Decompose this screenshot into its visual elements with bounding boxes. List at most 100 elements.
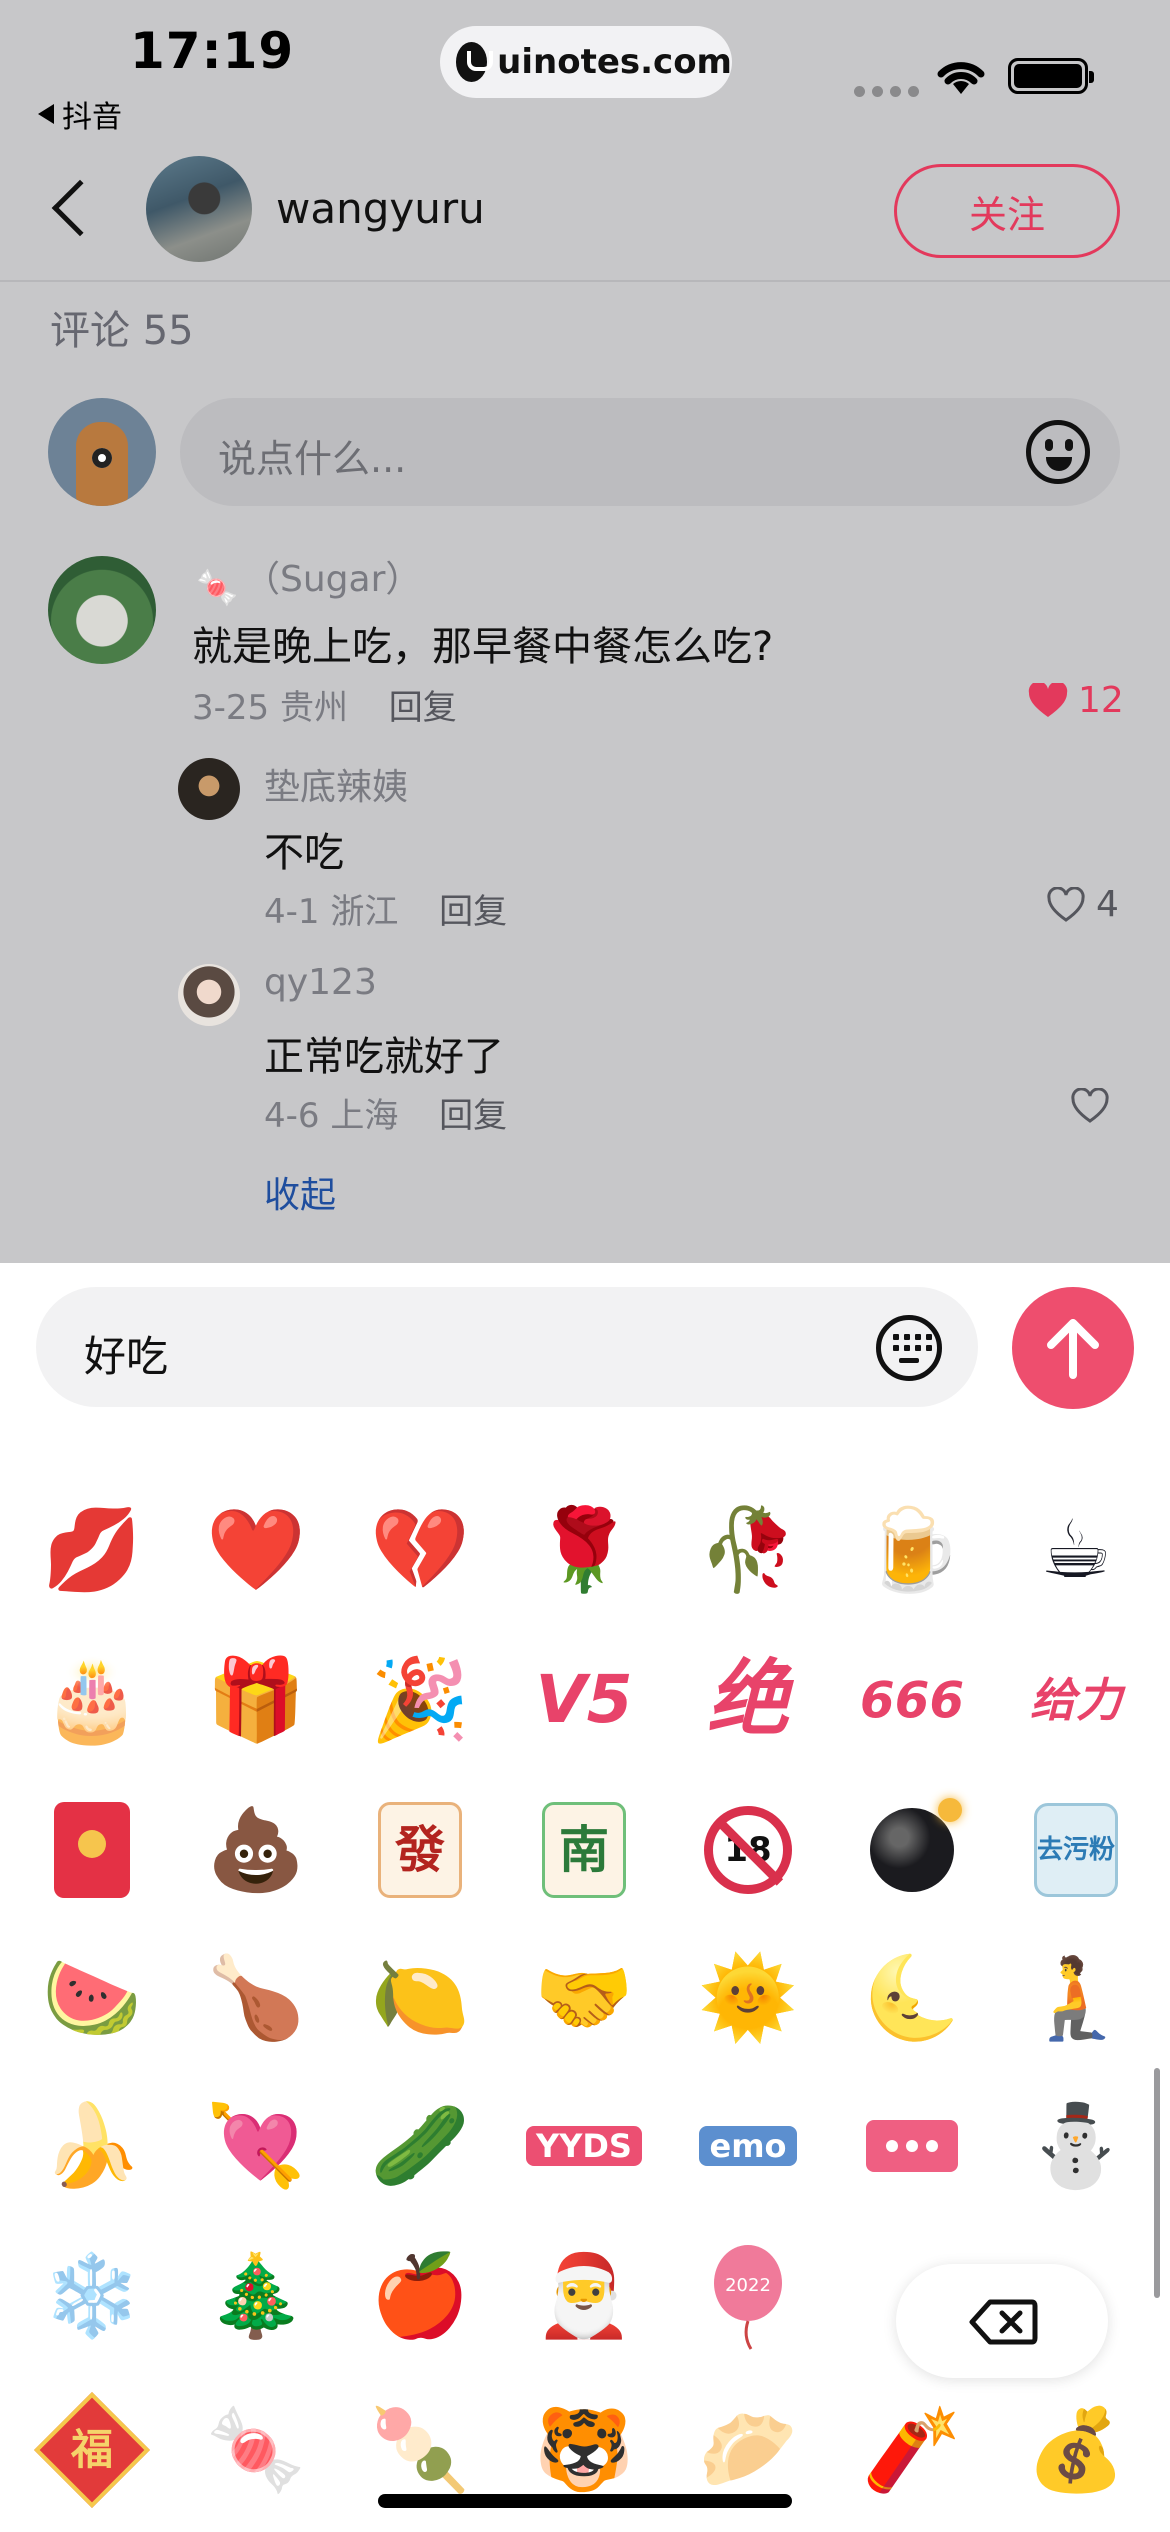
send-button[interactable] — [1012, 1287, 1134, 1409]
candy-emoji[interactable]: 🍬 — [196, 2390, 316, 2510]
back-app-label: 抖音 — [62, 100, 122, 135]
reply-date: 4-1 — [264, 892, 320, 932]
lips-emoji[interactable]: 💋 — [32, 1490, 152, 1610]
reply-button[interactable]: 回复 — [439, 892, 507, 932]
backspace-icon — [969, 2299, 1038, 2345]
uinotes-logo-icon — [456, 42, 494, 82]
reply-date: 4-6 — [264, 1096, 320, 1136]
reply-avatar[interactable] — [178, 964, 240, 1026]
firecracker-emoji[interactable]: 🧨 — [852, 2390, 972, 2510]
cucumber-emoji[interactable]: 🥒 — [360, 2086, 480, 2206]
back-chevron-icon[interactable] — [51, 179, 109, 237]
wifi-icon — [937, 62, 985, 94]
mahjong-fa-emoji[interactable]: 發 — [360, 1790, 480, 1910]
reply-text: 不吃 — [264, 830, 344, 876]
emoji-scrollbar[interactable] — [1154, 2068, 1160, 2298]
delete-button[interactable] — [896, 2264, 1108, 2378]
author-name[interactable]: wangyuru — [276, 184, 485, 233]
detergent-emoji[interactable]: 去污粉 — [1016, 1790, 1136, 1910]
beer-emoji[interactable]: 🍺 — [852, 1490, 972, 1610]
like-count: 4 — [1096, 884, 1119, 925]
like-button[interactable] — [1070, 1088, 1110, 1124]
post-header: wangyuru 关注 — [0, 140, 1170, 282]
battery-icon — [1008, 58, 1094, 94]
url-text: uinotes.com — [497, 42, 732, 82]
fu-emoji[interactable]: 福 — [32, 2390, 152, 2510]
comment-meta: 3-25 贵州 回复 — [192, 680, 457, 729]
apple-emoji[interactable]: 🍎 — [360, 2236, 480, 2356]
gold-ingot-emoji[interactable]: 💰 — [1016, 2390, 1136, 2510]
reply-button[interactable]: 回复 — [439, 1096, 507, 1136]
tiger-emoji[interactable]: 🐯 — [524, 2390, 644, 2510]
reply-meta: 4-6 上海 回复 — [264, 1088, 507, 1137]
santa-hat-emoji[interactable]: 🎅 — [524, 2236, 644, 2356]
comment-location: 贵州 — [279, 688, 348, 728]
moon-emoji[interactable]: 🌜 — [852, 1938, 972, 2058]
like-button[interactable]: 4 — [1046, 884, 1119, 925]
party-popper-emoji[interactable]: 🎉 — [360, 1640, 480, 1760]
bomb-emoji[interactable] — [852, 1790, 972, 1910]
geili-sticker[interactable]: 给力 — [1016, 1640, 1136, 1760]
reply-username[interactable]: 垫底辣姨 — [264, 758, 408, 810]
666-sticker[interactable]: 666 — [852, 1640, 972, 1760]
watermelon-emoji[interactable]: 🍉 — [32, 1938, 152, 2058]
back-to-app-link[interactable]: 抖音 — [38, 92, 122, 136]
emoji-face-icon[interactable] — [1026, 420, 1090, 484]
comment-sheet: 17:19 抖音 uinotes.com wangyuru 关注 评论 55 说… — [0, 0, 1170, 1263]
kneeling-person-emoji[interactable]: 🧎 — [1016, 1938, 1136, 2058]
comment-username[interactable]: （Sugar） — [244, 550, 421, 602]
sun-emoji[interactable]: 🌞 — [688, 1938, 808, 2058]
reply-input-value: 好吃 — [84, 1332, 169, 1381]
gift-emoji[interactable]: 🎁 — [196, 1640, 316, 1760]
comment-date: 3-25 — [192, 688, 270, 728]
wilted-flower-emoji[interactable]: 🥀 — [688, 1490, 808, 1610]
poop-emoji[interactable]: 💩 — [196, 1790, 316, 1910]
author-avatar[interactable] — [146, 156, 252, 262]
emo-sticker[interactable]: emo — [688, 2086, 808, 2206]
reply-location: 浙江 — [330, 892, 399, 932]
broken-heart-emoji[interactable]: 💔 — [360, 1490, 480, 1610]
no-18-emoji[interactable]: 18 — [688, 1790, 808, 1910]
jue-sticker[interactable]: 绝 — [688, 1640, 808, 1760]
reply-button[interactable]: 回复 — [389, 688, 457, 728]
balloon-emoji[interactable]: 2022 — [688, 2236, 808, 2356]
yyds-sticker[interactable]: YYDS — [524, 2086, 644, 2206]
status-bar: 17:19 抖音 uinotes.com — [0, 0, 1170, 140]
dots-sticker[interactable] — [852, 2086, 972, 2206]
keyboard-icon[interactable] — [876, 1315, 942, 1381]
red-envelope-emoji[interactable] — [32, 1790, 152, 1910]
cake-emoji[interactable]: 🎂 — [32, 1640, 152, 1760]
lemon-emoji[interactable]: 🍋 — [360, 1938, 480, 2058]
collapse-replies-link[interactable]: 收起 — [264, 1166, 336, 1218]
v5-sticker[interactable]: V5 — [524, 1640, 644, 1760]
heart-arrow-emoji[interactable]: 💘 — [196, 2086, 316, 2206]
comment-input-placeholder: 说点什么... — [218, 437, 407, 481]
tanghulu-emoji[interactable]: 🍡 — [360, 2390, 480, 2510]
like-button[interactable]: 12 — [1028, 680, 1124, 721]
follow-button[interactable]: 关注 — [894, 164, 1120, 258]
comment-input[interactable]: 说点什么... — [180, 398, 1120, 506]
reply-input-bar: 好吃 — [0, 1263, 1170, 1443]
status-time: 17:19 — [130, 22, 295, 80]
reply-avatar[interactable] — [178, 758, 240, 820]
reply-location: 上海 — [330, 1096, 399, 1136]
rose-emoji[interactable]: 🌹 — [524, 1490, 644, 1610]
mahjong-nan-emoji[interactable]: 南 — [524, 1790, 644, 1910]
coffee-emoji[interactable]: ☕ — [1016, 1490, 1136, 1610]
heart-outline-icon — [1071, 1088, 1109, 1123]
arrow-up-icon — [1047, 1319, 1099, 1379]
reply-input-field[interactable]: 好吃 — [36, 1287, 978, 1407]
reply-text: 正常吃就好了 — [264, 1034, 504, 1080]
cellular-signal-icon — [854, 86, 919, 97]
drumstick-emoji[interactable]: 🍗 — [196, 1938, 316, 2058]
dumpling-emoji[interactable]: 🥟 — [688, 2390, 808, 2510]
handshake-emoji[interactable]: 🤝 — [524, 1938, 644, 2058]
christmas-tree-emoji[interactable]: 🎄 — [196, 2236, 316, 2356]
commenter-avatar[interactable] — [48, 556, 156, 664]
snowflake-emoji[interactable]: ❄️ — [32, 2236, 152, 2356]
heart-emoji[interactable]: ❤️ — [196, 1490, 316, 1610]
url-badge: uinotes.com — [440, 26, 732, 98]
banana-emoji[interactable]: 🍌 — [32, 2086, 152, 2206]
reply-username[interactable]: qy123 — [264, 962, 377, 1003]
snowman-emoji[interactable]: ⛄ — [1016, 2086, 1136, 2206]
